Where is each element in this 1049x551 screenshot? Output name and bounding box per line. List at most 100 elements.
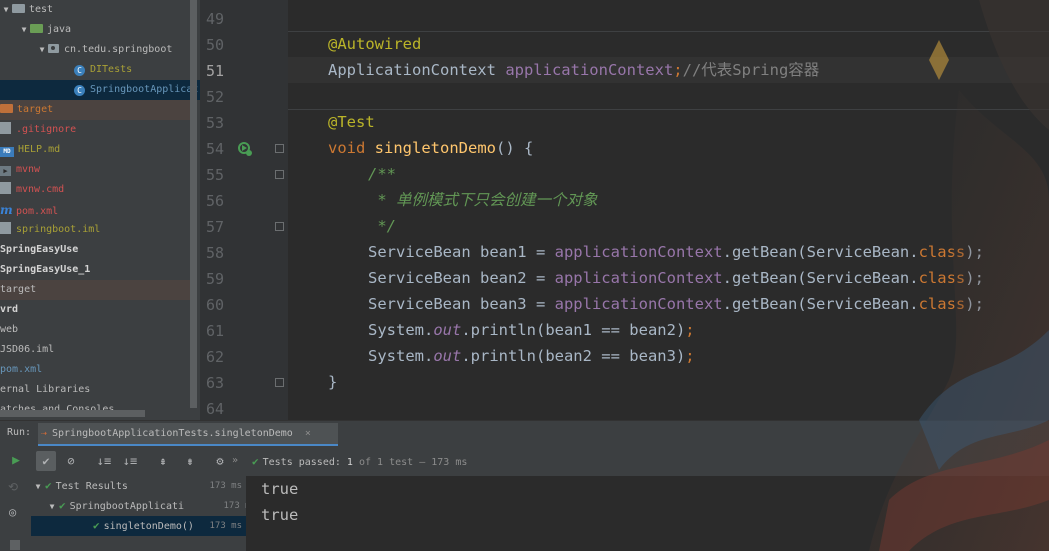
excluded-folder-icon: [0, 104, 13, 113]
test-source-folder-icon: [30, 24, 43, 33]
code-line-63: }: [328, 373, 338, 391]
run-config-tab[interactable]: ⇢ SpringbootApplicationTests.singletonDe…: [38, 423, 338, 446]
code-line-62: System.out.println(bean2 == bean3);: [368, 347, 695, 365]
fold-icon[interactable]: [275, 170, 284, 179]
folder-icon: [12, 4, 25, 13]
line-number: 64: [205, 400, 224, 418]
line-number: 57: [205, 218, 224, 236]
rerun-icon[interactable]: ▶: [6, 451, 26, 471]
script-icon: ▶: [0, 166, 11, 176]
tests-total-label: of 1 test: [352, 457, 414, 468]
more-actions-icon[interactable]: »: [232, 455, 238, 466]
fold-icon[interactable]: [275, 222, 284, 231]
tree-item-springboot-iml[interactable]: springboot.iml: [0, 220, 197, 240]
code-line-54: void singletonDemo() {: [328, 139, 534, 157]
test-class-icon: C: [74, 85, 85, 96]
tree-item-help-md[interactable]: MD HELP.md: [0, 140, 197, 160]
console-output[interactable]: true true: [246, 476, 1049, 551]
line-number: 61: [205, 322, 224, 340]
tree-item-web[interactable]: web: [0, 320, 197, 340]
tree-item-target-root[interactable]: target: [0, 280, 197, 300]
tree-item-test[interactable]: ▼ test: [0, 0, 197, 20]
horizontal-scrollbar[interactable]: [0, 410, 145, 417]
result-row-class[interactable]: ▼ ✔ SpringbootApplicati 173 ms: [31, 496, 260, 516]
console-line: true: [261, 506, 299, 524]
history-icon[interactable]: ⟲: [8, 480, 18, 494]
stop-icon[interactable]: [10, 540, 20, 550]
camera-icon[interactable]: ◎: [9, 505, 16, 519]
fold-icon[interactable]: [275, 378, 284, 387]
line-number: 59: [205, 270, 224, 288]
passed-check-icon: ✔: [59, 499, 66, 512]
show-passed-toggle-icon[interactable]: ✔: [36, 451, 56, 471]
code-editor[interactable]: @Autowired ApplicationContext applicatio…: [288, 0, 1049, 420]
method-separator: [288, 109, 1049, 110]
tree-item-target[interactable]: target: [0, 100, 197, 120]
result-row-root[interactable]: ▼ ✔ Test Results 173 ms: [31, 476, 246, 496]
code-line-57: */: [368, 217, 396, 235]
console-line: true: [261, 480, 299, 498]
package-icon: [48, 44, 59, 53]
tree-item-package[interactable]: ▼ cn.tedu.springboot: [0, 40, 200, 60]
file-icon: [0, 182, 11, 194]
tests-passed-label: Tests passed:: [262, 457, 347, 468]
code-line-58: ServiceBean bean1 = applicationContext.g…: [368, 243, 984, 261]
test-config-icon: ⇢: [41, 428, 48, 439]
expand-arrow-icon[interactable]: ▼: [36, 40, 48, 60]
tree-item-pom-xml[interactable]: m pom.xml: [0, 200, 197, 220]
line-number: 53: [205, 114, 224, 132]
code-line-51: ApplicationContext applicationContext;//…: [328, 61, 820, 79]
expand-arrow-icon[interactable]: ▼: [0, 0, 12, 20]
tree-item-java[interactable]: ▼ java: [0, 20, 200, 40]
collapse-all-icon[interactable]: ⇟: [180, 451, 200, 471]
expand-arrow-icon[interactable]: ▼: [31, 477, 45, 497]
code-line-59: ServiceBean bean2 = applicationContext.g…: [368, 269, 984, 287]
code-line-50: @Autowired: [328, 35, 422, 53]
tree-item-springbootapplicationtests[interactable]: C SpringbootApplicat: [0, 80, 200, 100]
tree-item-mvnw[interactable]: ▶ mvnw: [0, 160, 197, 180]
file-icon: [0, 122, 11, 134]
run-tab-label: SpringbootApplicationTests.singletonDemo: [52, 428, 293, 439]
line-number: 54: [205, 140, 224, 158]
tree-item-jsd06-iml[interactable]: JSD06.iml: [0, 340, 197, 360]
line-number: 55: [205, 166, 224, 184]
sort-alphabetically-icon[interactable]: ↓≡: [94, 451, 114, 471]
fold-icon[interactable]: [275, 144, 284, 153]
settings-icon[interactable]: ⚙: [210, 451, 230, 471]
editor-gutter: 49 50 51 52 53 54 55 56 57 58 59 60 61 6…: [200, 0, 288, 420]
project-tree-panel: ▼ test ▼ java ▼ cn.tedu.springboot C DITests…: [0, 0, 200, 420]
file-icon: [0, 222, 11, 234]
close-tab-icon[interactable]: ×: [305, 428, 311, 439]
code-line-60: ServiceBean bean3 = applicationContext.g…: [368, 295, 984, 313]
passed-check-icon: ✔: [252, 455, 259, 468]
show-ignored-toggle-icon[interactable]: ⊘: [61, 451, 81, 471]
passed-check-icon: ✔: [45, 479, 52, 492]
line-number: 52: [205, 88, 224, 106]
expand-all-icon[interactable]: ⇞: [153, 451, 173, 471]
sort-by-duration-icon[interactable]: ↓≡: [120, 451, 140, 471]
line-number: 60: [205, 296, 224, 314]
code-line-61: System.out.println(bean1 == bean2);: [368, 321, 695, 339]
vertical-scrollbar[interactable]: [190, 0, 197, 408]
tree-item-external-libraries[interactable]: ernal Libraries: [0, 380, 197, 400]
line-number: 49: [205, 10, 224, 28]
tree-item-pom-xml-root[interactable]: pom.xml: [0, 360, 197, 380]
tree-item-ditests[interactable]: C DITests: [0, 60, 200, 80]
tree-item-gitignore[interactable]: .gitignore: [0, 120, 197, 140]
tree-item-springeasyuse-1[interactable]: SpringEasyUse_1: [0, 260, 197, 280]
result-row-method[interactable]: ✔ singletonDemo() 173 ms: [31, 516, 246, 536]
tree-item-mvnw-cmd[interactable]: mvnw.cmd: [0, 180, 197, 200]
tests-duration: – 173 ms: [413, 457, 468, 468]
code-line-55: /**: [368, 165, 396, 183]
tree-item-vrd[interactable]: vrd: [0, 300, 197, 320]
run-test-icon[interactable]: [236, 140, 254, 158]
line-number: 51: [205, 62, 224, 80]
expand-arrow-icon[interactable]: ▼: [45, 497, 59, 517]
expand-arrow-icon[interactable]: ▼: [18, 20, 30, 40]
test-results-tree: ▼ ✔ Test Results 173 ms ▼ ✔ SpringbootApplic…: [31, 476, 256, 551]
tree-item-springeasyuse[interactable]: SpringEasyUse: [0, 240, 197, 260]
line-number: 58: [205, 244, 224, 262]
line-number: 56: [205, 192, 224, 210]
run-side-strip: ⟲ ◎: [0, 476, 31, 551]
test-status: ✔ Tests passed: 1 of 1 test – 173 ms: [252, 455, 467, 468]
